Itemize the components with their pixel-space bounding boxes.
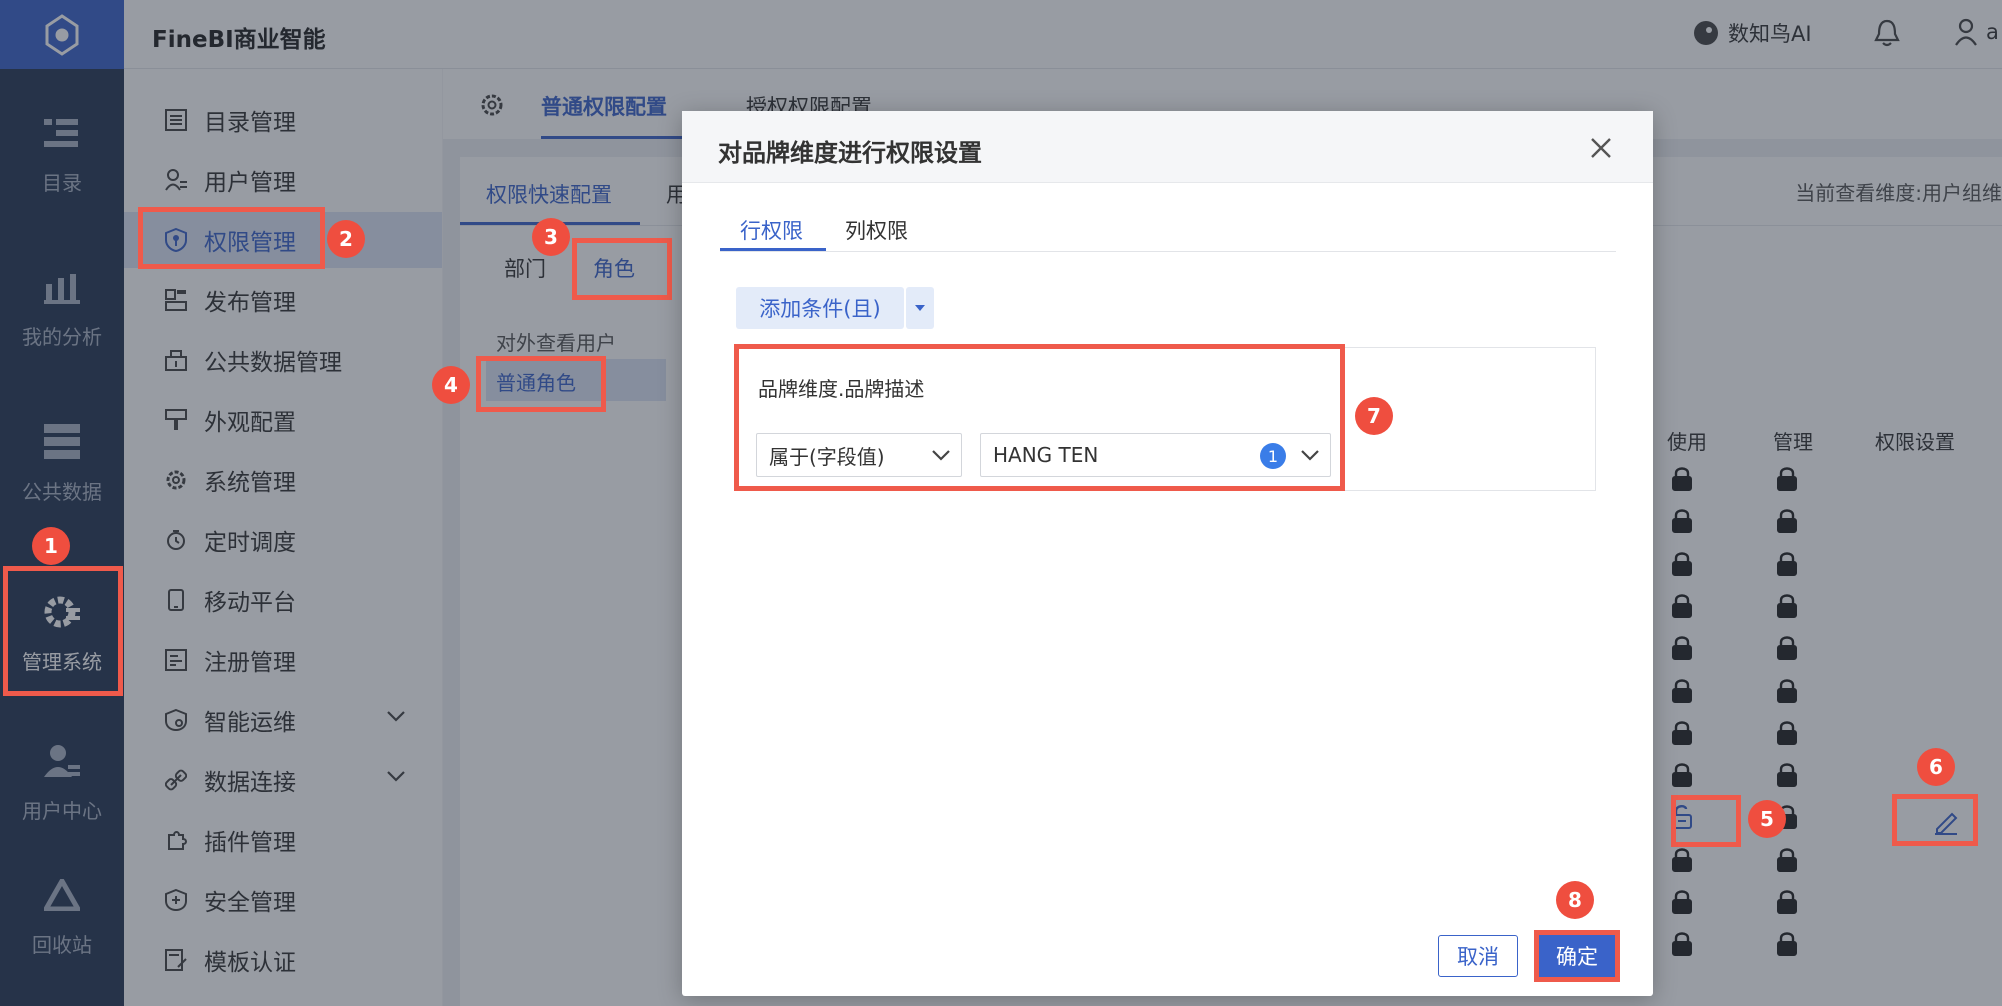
cancel-button[interactable]: 取消 [1438,935,1518,977]
annotation-badge-2: 2 [327,220,365,258]
close-icon[interactable] [1590,137,1612,159]
add-condition-button[interactable]: 添加条件(且) [736,287,904,329]
tab-column-permission[interactable]: 列权限 [845,215,908,245]
annotation-box-6 [1892,794,1978,846]
annotation-box-7 [734,344,1345,491]
tab-row-permission[interactable]: 行权限 [740,215,803,245]
annotation-badge-7: 7 [1355,397,1393,435]
annotation-box-5 [1671,795,1741,847]
add-condition-dropdown[interactable] [906,287,934,329]
annotation-badge-4: 4 [432,366,470,404]
permission-dialog: 对品牌维度进行权限设置 行权限 列权限 添加条件(且) 品牌维度.品牌描述 属于… [682,111,1653,996]
dialog-title: 对品牌维度进行权限设置 [718,139,982,167]
annotation-badge-5: 5 [1748,800,1786,838]
annotation-badge-1: 1 [32,527,70,565]
caret-down-icon [915,305,925,311]
annotation-box-4 [476,356,606,412]
annotation-badge-8: 8 [1556,881,1594,919]
dialog-tab-divider [720,251,1616,252]
dialog-header: 对品牌维度进行权限设置 [682,111,1653,183]
annotation-box-1 [3,566,123,696]
annotation-box-3 [572,238,672,300]
annotation-badge-6: 6 [1917,748,1955,786]
confirm-button[interactable]: 确定 [1541,937,1613,975]
annotation-badge-3: 3 [532,218,570,256]
annotation-box-2 [138,207,325,269]
